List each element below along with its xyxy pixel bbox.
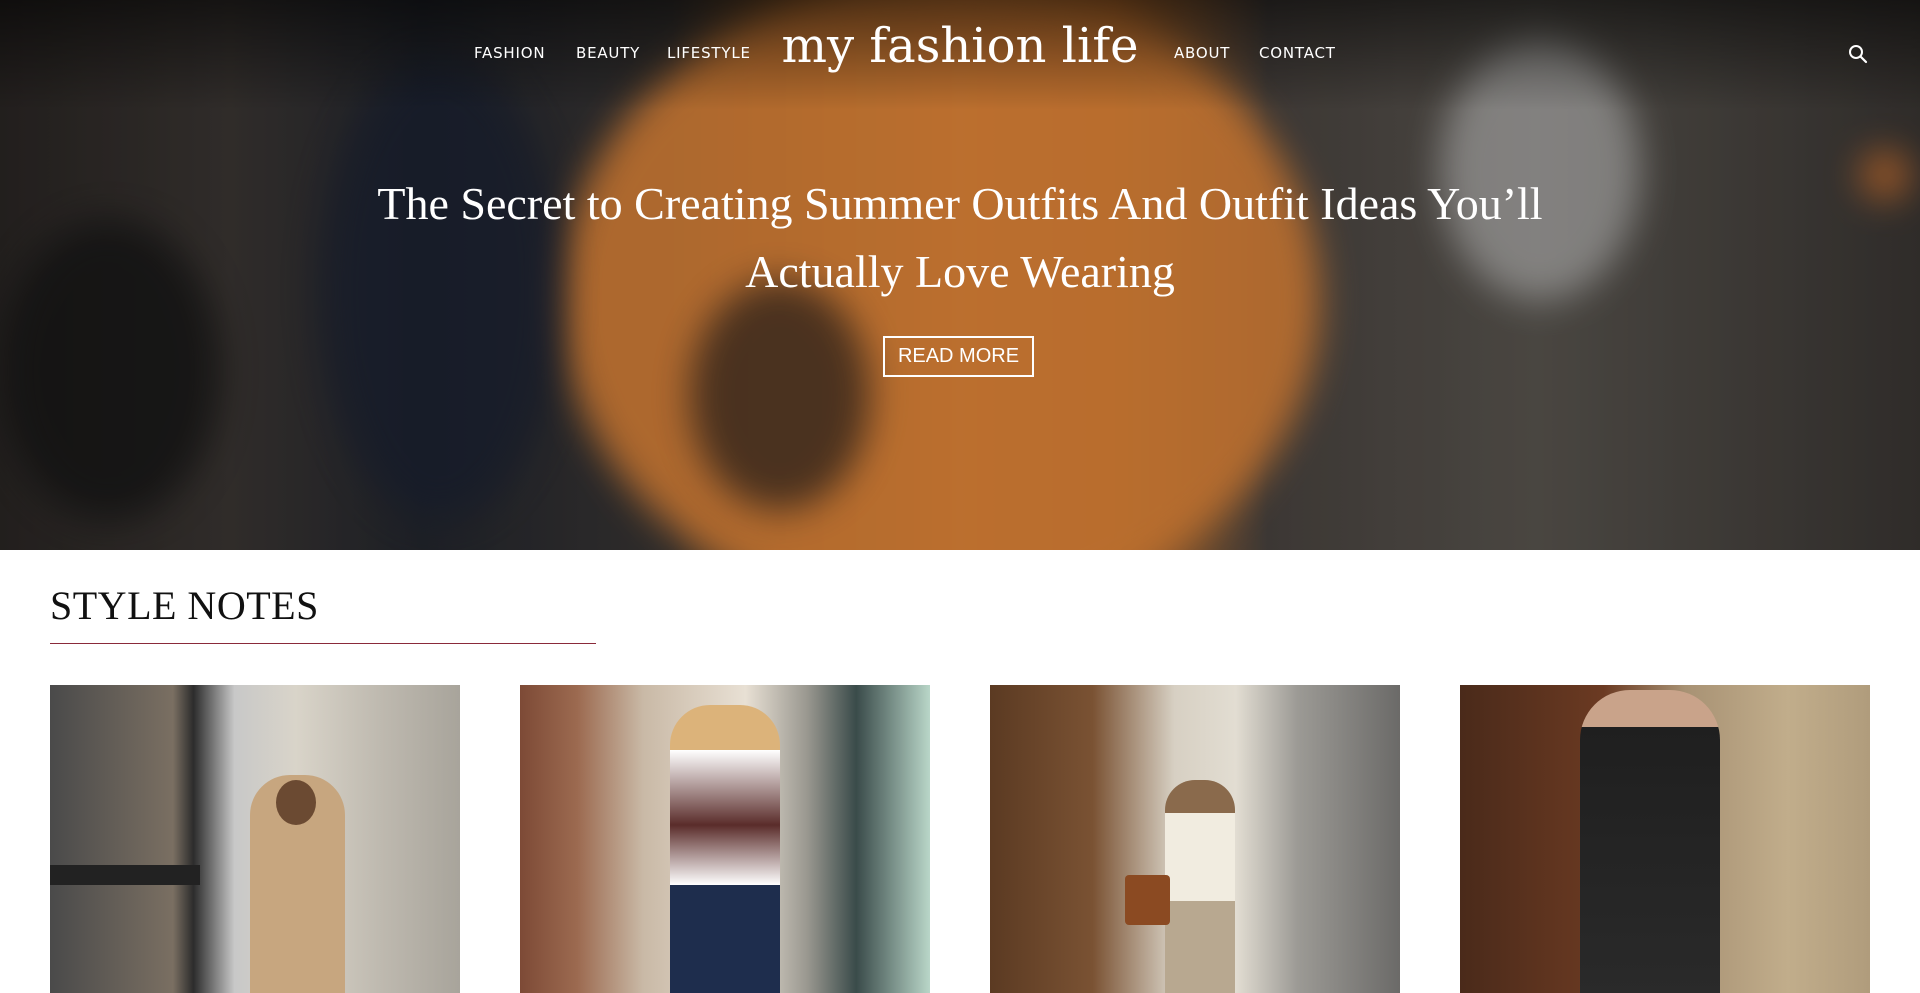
top-navigation: FASHION BEAUTY LIFESTYLE my fashion life… bbox=[0, 0, 1920, 104]
post-card[interactable] bbox=[1460, 685, 1870, 993]
site-logo[interactable]: my fashion life bbox=[0, 18, 1920, 74]
section-title: STYLE NOTES bbox=[50, 583, 319, 628]
nav-contact[interactable]: CONTACT bbox=[1259, 44, 1336, 62]
search-icon[interactable] bbox=[1848, 44, 1868, 64]
hero-banner: FASHION BEAUTY LIFESTYLE my fashion life… bbox=[0, 0, 1920, 550]
section-divider bbox=[50, 643, 596, 644]
read-more-button[interactable]: READ MORE bbox=[883, 336, 1034, 377]
post-card[interactable] bbox=[990, 685, 1400, 993]
nav-about[interactable]: ABOUT bbox=[1174, 44, 1230, 62]
post-card[interactable] bbox=[50, 685, 460, 993]
hero-title[interactable]: The Secret to Creating Summer Outfits An… bbox=[310, 170, 1610, 306]
post-card[interactable] bbox=[520, 685, 930, 993]
